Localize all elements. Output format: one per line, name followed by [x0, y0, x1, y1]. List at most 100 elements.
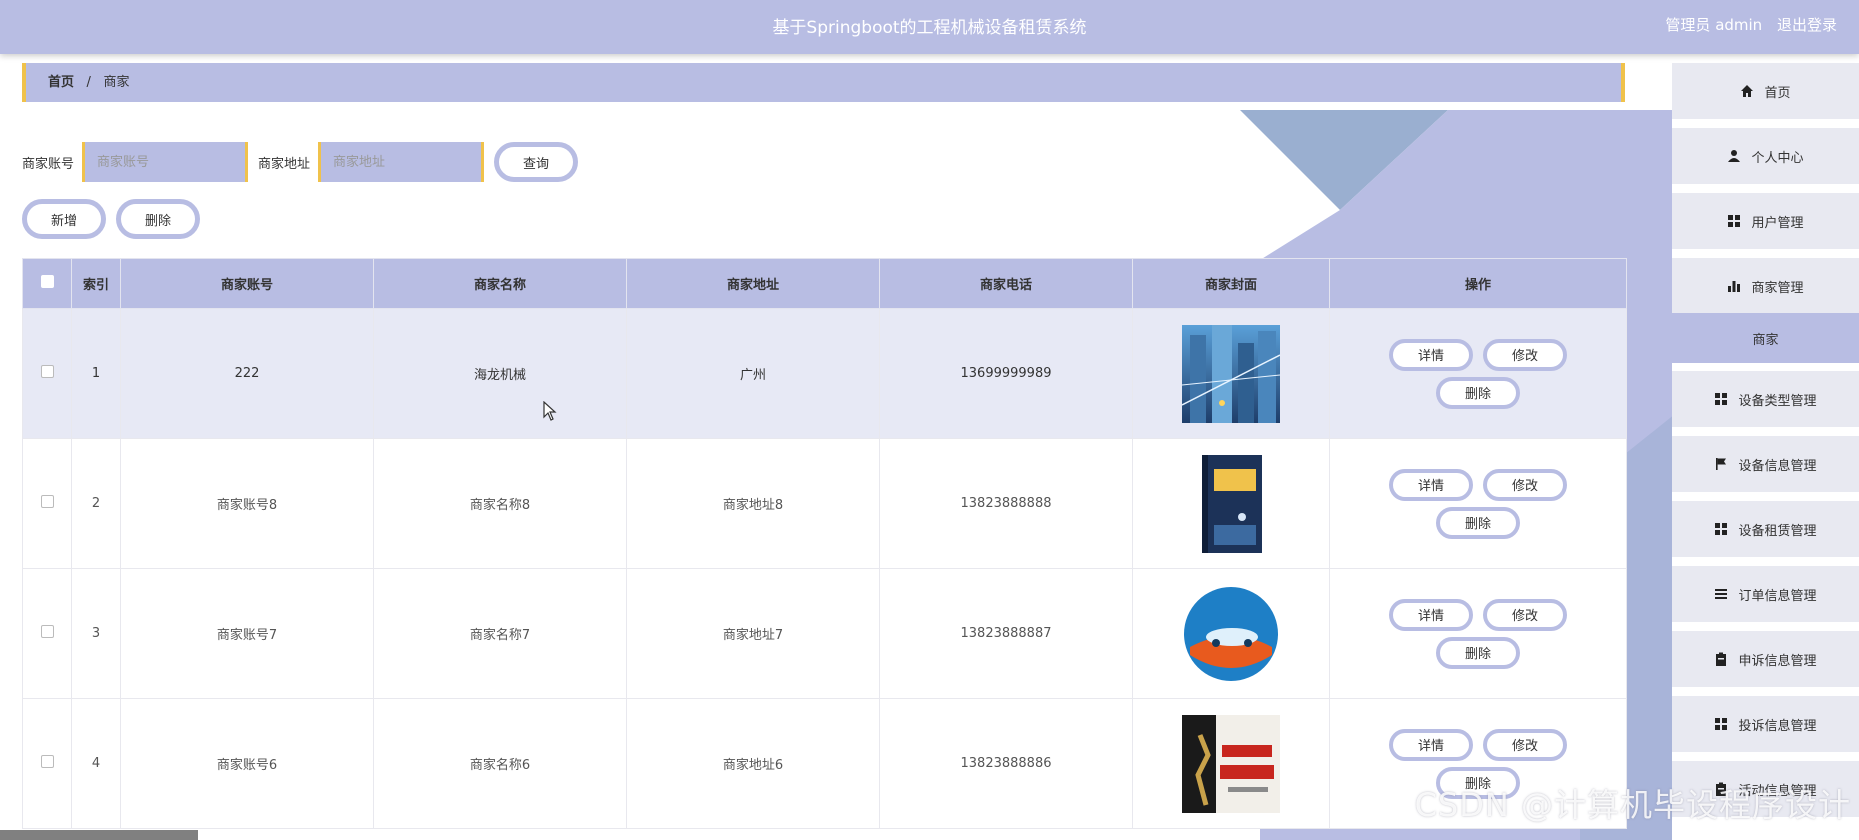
table-row[interactable]: 3 商家账号7 商家名称7 商家地址7 13823888887 详情 修改 删除 [22, 568, 1627, 699]
detail-button[interactable]: 详情 [1389, 338, 1473, 371]
delete-button[interactable]: 删除 [1436, 376, 1520, 409]
account-search-input[interactable] [82, 142, 249, 182]
app-title: 基于Springboot的工程机械设备租赁系统 [772, 18, 1087, 38]
sidebar-item-orders[interactable]: 订单信息管理 [1672, 566, 1859, 622]
edit-button[interactable]: 修改 [1483, 468, 1567, 501]
sidebar-item-home[interactable]: 首页 [1672, 63, 1859, 119]
cell-operations: 详情 修改 删除 [1329, 308, 1627, 439]
sidebar-item-device-info[interactable]: 设备信息管理 [1672, 436, 1859, 492]
logout-link[interactable]: 退出登录 [1777, 16, 1837, 34]
sidebar-item-label: 设备信息管理 [1738, 458, 1817, 474]
edit-button[interactable]: 修改 [1483, 338, 1567, 371]
breadcrumb-current: 商家 [103, 75, 130, 90]
select-all-checkbox[interactable] [40, 275, 54, 288]
column-header: 商家账号 [120, 258, 374, 309]
delete-button[interactable]: 删除 [1436, 636, 1520, 669]
sidebar-item-label: 用户管理 [1751, 215, 1804, 231]
cell-phone: 13823888888 [879, 438, 1133, 569]
row-checkbox[interactable] [40, 365, 54, 378]
sidebar-item-label: 个人中心 [1751, 150, 1804, 166]
cell-address: 广州 [626, 308, 880, 439]
cell-index: 1 [71, 308, 121, 439]
sidebar-subitem-merchant[interactable]: 商家 [1672, 313, 1859, 363]
breadcrumb-separator: / [86, 75, 91, 90]
edit-button[interactable]: 修改 [1483, 598, 1567, 631]
city-buildings-image [1182, 324, 1280, 423]
column-header: 商家名称 [373, 258, 627, 309]
table-row[interactable]: 2 商家账号8 商家名称8 商家地址8 13823888888 详情 修改 删除 [22, 438, 1627, 569]
book-cover-image [1202, 454, 1262, 553]
table-row[interactable]: 1 222 海龙机械 广州 13699999989 详情 修改 删除 [22, 308, 1627, 439]
cell-account: 商家账号8 [120, 438, 374, 569]
cell-operations: 详情 修改 删除 [1329, 568, 1627, 699]
pingan-poster-image [1182, 714, 1280, 813]
column-header: 操作 [1329, 258, 1627, 309]
sidebar-item-complaints[interactable]: 投诉信息管理 [1672, 696, 1859, 752]
sidebar-item-label: 商家管理 [1751, 280, 1804, 296]
flag-icon [1714, 457, 1728, 471]
grid-icon [1714, 717, 1728, 731]
column-header: 商家电话 [879, 258, 1133, 309]
breadcrumb: 首页 / 商家 [22, 63, 1625, 102]
cell-cover [1132, 438, 1330, 569]
sidebar-item-appeals[interactable]: 申诉信息管理 [1672, 631, 1859, 687]
cell-index: 2 [71, 438, 121, 569]
row-checkbox[interactable] [40, 625, 54, 638]
sidebar-item-label: 商家 [1752, 332, 1779, 348]
select-all-cell [22, 258, 72, 309]
query-button[interactable]: 查询 [494, 142, 579, 182]
cell-operations: 详情 修改 删除 [1329, 438, 1627, 569]
delete-button[interactable]: 删除 [1436, 506, 1520, 539]
cell-address: 商家地址6 [626, 698, 880, 829]
car-insurance-logo [1184, 586, 1278, 681]
cell-name: 商家名称8 [373, 438, 627, 569]
column-header: 索引 [71, 258, 121, 309]
grid-icon [1714, 522, 1728, 536]
action-bar: 新增 删除 [22, 199, 200, 239]
cell-cover [1132, 568, 1330, 699]
row-checkbox[interactable] [40, 495, 54, 508]
sidebar-item-device-types[interactable]: 设备类型管理 [1672, 371, 1859, 427]
cell-phone: 13823888886 [879, 698, 1133, 829]
horizontal-scrollbar[interactable] [0, 830, 198, 840]
table-row[interactable]: 4 商家账号6 商家名称6 商家地址6 13823888886 详情 修改 删除 [22, 698, 1627, 829]
add-button[interactable]: 新增 [22, 199, 106, 239]
sidebar-item-label: 设备租赁管理 [1738, 523, 1817, 539]
batch-delete-button[interactable]: 删除 [116, 199, 200, 239]
detail-button[interactable]: 详情 [1389, 728, 1473, 761]
cell-account: 商家账号6 [120, 698, 374, 829]
search-bar: 商家账号 商家地址 查询 [22, 142, 579, 182]
cell-index: 3 [71, 568, 121, 699]
row-checkbox[interactable] [40, 755, 54, 768]
sidebar-item-users[interactable]: 用户管理 [1672, 193, 1859, 249]
user-area: 管理员 admin 退出登录 [1655, 14, 1837, 35]
top-header: 基于Springboot的工程机械设备租赁系统 管理员 admin 退出登录 [0, 0, 1859, 54]
cell-name: 商家名称6 [373, 698, 627, 829]
column-header: 商家地址 [626, 258, 880, 309]
current-user: 管理员 admin [1665, 16, 1763, 34]
merchant-table: 索引 商家账号 商家名称 商家地址 商家电话 商家封面 操作 1 222 海龙机… [22, 258, 1627, 829]
cell-address: 商家地址8 [626, 438, 880, 569]
watermark: CSDN @计算机毕设程序设计 [1414, 786, 1851, 824]
sidebar-item-merchant-mgmt[interactable]: 商家管理 [1672, 258, 1859, 314]
account-label: 商家账号 [22, 156, 75, 172]
edit-button[interactable]: 修改 [1483, 728, 1567, 761]
sidebar-item-label: 申诉信息管理 [1738, 653, 1817, 669]
cell-account: 222 [120, 308, 374, 439]
detail-button[interactable]: 详情 [1389, 598, 1473, 631]
grid-icon [1714, 392, 1728, 406]
bar-chart-icon [1727, 279, 1741, 293]
sidebar-item-label: 订单信息管理 [1738, 588, 1817, 604]
clipboard-icon [1714, 652, 1728, 666]
cell-address: 商家地址7 [626, 568, 880, 699]
sidebar-item-label: 设备类型管理 [1738, 393, 1817, 409]
breadcrumb-home[interactable]: 首页 [48, 75, 74, 90]
sidebar-item-device-rental[interactable]: 设备租赁管理 [1672, 501, 1859, 557]
table-header-row: 索引 商家账号 商家名称 商家地址 商家电话 商家封面 操作 [22, 258, 1627, 309]
detail-button[interactable]: 详情 [1389, 468, 1473, 501]
sidebar-item-personal[interactable]: 个人中心 [1672, 128, 1859, 184]
cell-phone: 13823888887 [879, 568, 1133, 699]
cell-index: 4 [71, 698, 121, 829]
sidebar-item-label: 首页 [1764, 85, 1791, 101]
address-search-input[interactable] [318, 142, 485, 182]
